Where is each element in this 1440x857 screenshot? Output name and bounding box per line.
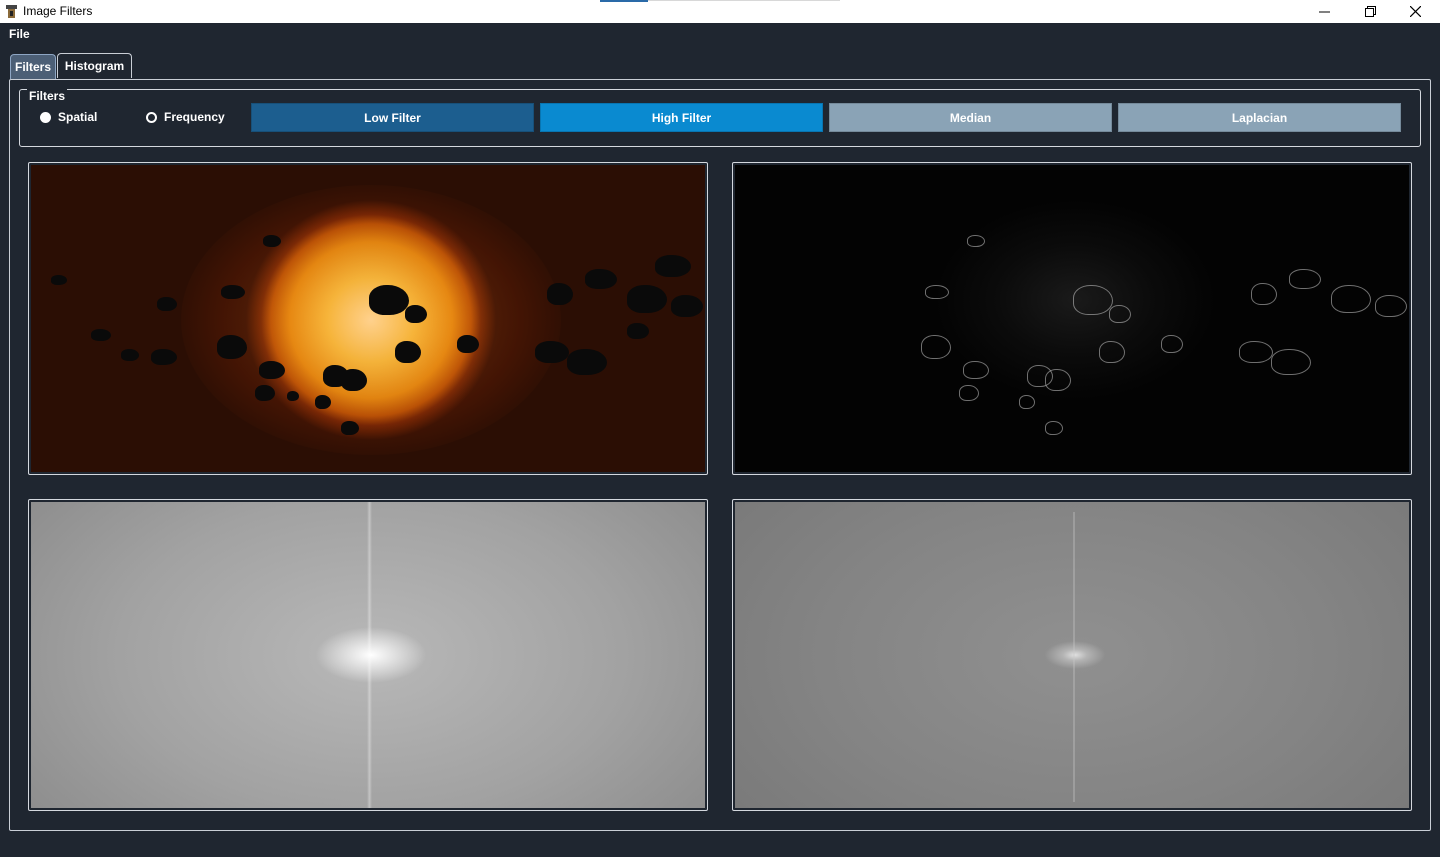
radio-spatial-indicator[interactable] xyxy=(40,111,51,123)
window-title: Image Filters xyxy=(23,4,93,18)
title-accent-line xyxy=(600,0,648,2)
tab-histogram[interactable]: Histogram xyxy=(57,53,132,78)
filtered-image-view xyxy=(732,162,1412,475)
radio-spatial[interactable]: Spatial xyxy=(40,110,97,124)
asteroid-edge xyxy=(1375,295,1407,317)
filtered-spectrum-image xyxy=(735,502,1409,808)
asteroid xyxy=(547,283,573,305)
close-icon xyxy=(1409,6,1421,17)
asteroid-edge xyxy=(1099,341,1125,363)
asteroid-edge xyxy=(1019,395,1035,409)
asteroid-edge xyxy=(1289,269,1321,289)
spectrum-axis-line xyxy=(1073,512,1075,802)
asteroid-edge xyxy=(1331,285,1371,313)
high-filter-button[interactable]: High Filter xyxy=(540,103,823,132)
radio-spatial-label: Spatial xyxy=(58,110,98,124)
asteroid xyxy=(51,275,67,285)
filtered-image xyxy=(735,165,1409,472)
asteroid xyxy=(535,341,569,363)
asteroid xyxy=(315,395,331,409)
low-filter-button[interactable]: Low Filter xyxy=(251,103,534,132)
asteroid xyxy=(157,297,177,311)
asteroid xyxy=(369,285,409,315)
asteroid-edge xyxy=(925,285,949,299)
spectrum-axis-line xyxy=(367,502,372,808)
asteroid xyxy=(217,335,247,359)
restore-icon xyxy=(1364,6,1376,17)
radio-frequency-label: Frequency xyxy=(164,110,225,124)
asteroid xyxy=(259,361,285,379)
radio-frequency-indicator[interactable] xyxy=(146,111,157,123)
sun-glow xyxy=(181,185,561,455)
asteroid xyxy=(341,421,359,435)
asteroid-edge xyxy=(921,335,951,359)
asteroid-edge xyxy=(1271,349,1311,375)
original-spectrum-view xyxy=(28,499,708,811)
asteroid-edge xyxy=(1045,421,1063,435)
asteroid-edge xyxy=(1109,305,1131,323)
asteroid xyxy=(655,255,691,277)
radio-frequency[interactable]: Frequency xyxy=(146,110,225,124)
asteroid xyxy=(221,285,245,299)
asteroid-edge xyxy=(967,235,985,247)
asteroid-edge xyxy=(963,361,989,379)
close-button[interactable] xyxy=(1392,0,1438,23)
asteroid xyxy=(395,341,421,363)
asteroid-edge xyxy=(1045,369,1071,391)
asteroid-edge xyxy=(959,385,979,401)
asteroid xyxy=(627,285,667,313)
asteroid xyxy=(341,369,367,391)
tab-filters[interactable]: Filters xyxy=(10,54,56,79)
laplacian-button[interactable]: Laplacian xyxy=(1118,103,1401,132)
menu-file[interactable]: File xyxy=(9,27,30,41)
asteroid xyxy=(671,295,703,317)
restore-button[interactable] xyxy=(1347,0,1393,23)
asteroid xyxy=(121,349,139,361)
asteroid xyxy=(585,269,617,289)
asteroid xyxy=(287,391,299,401)
original-image-view xyxy=(28,162,708,475)
median-button[interactable]: Median xyxy=(829,103,1112,132)
filters-group-title: Filters xyxy=(27,89,68,103)
menu-bar xyxy=(0,23,1440,45)
asteroid-edge xyxy=(1073,285,1113,315)
asteroid-edge xyxy=(1239,341,1273,363)
asteroid xyxy=(263,235,281,247)
asteroid xyxy=(457,335,479,353)
original-spectrum-image xyxy=(31,502,705,808)
filtered-spectrum-view xyxy=(732,499,1412,811)
minimize-icon xyxy=(1318,11,1330,13)
asteroid xyxy=(405,305,427,323)
original-image xyxy=(31,165,705,472)
asteroid-edge xyxy=(1251,283,1277,305)
asteroid xyxy=(151,349,177,365)
minimize-button[interactable] xyxy=(1301,0,1347,23)
asteroid-edge xyxy=(1161,335,1183,353)
title-bar: Image Filters xyxy=(0,0,1440,23)
asteroid xyxy=(91,329,111,341)
asteroid xyxy=(627,323,649,339)
title-divider xyxy=(648,0,840,1)
asteroid xyxy=(255,385,275,401)
app-icon xyxy=(6,5,17,18)
asteroid xyxy=(567,349,607,375)
